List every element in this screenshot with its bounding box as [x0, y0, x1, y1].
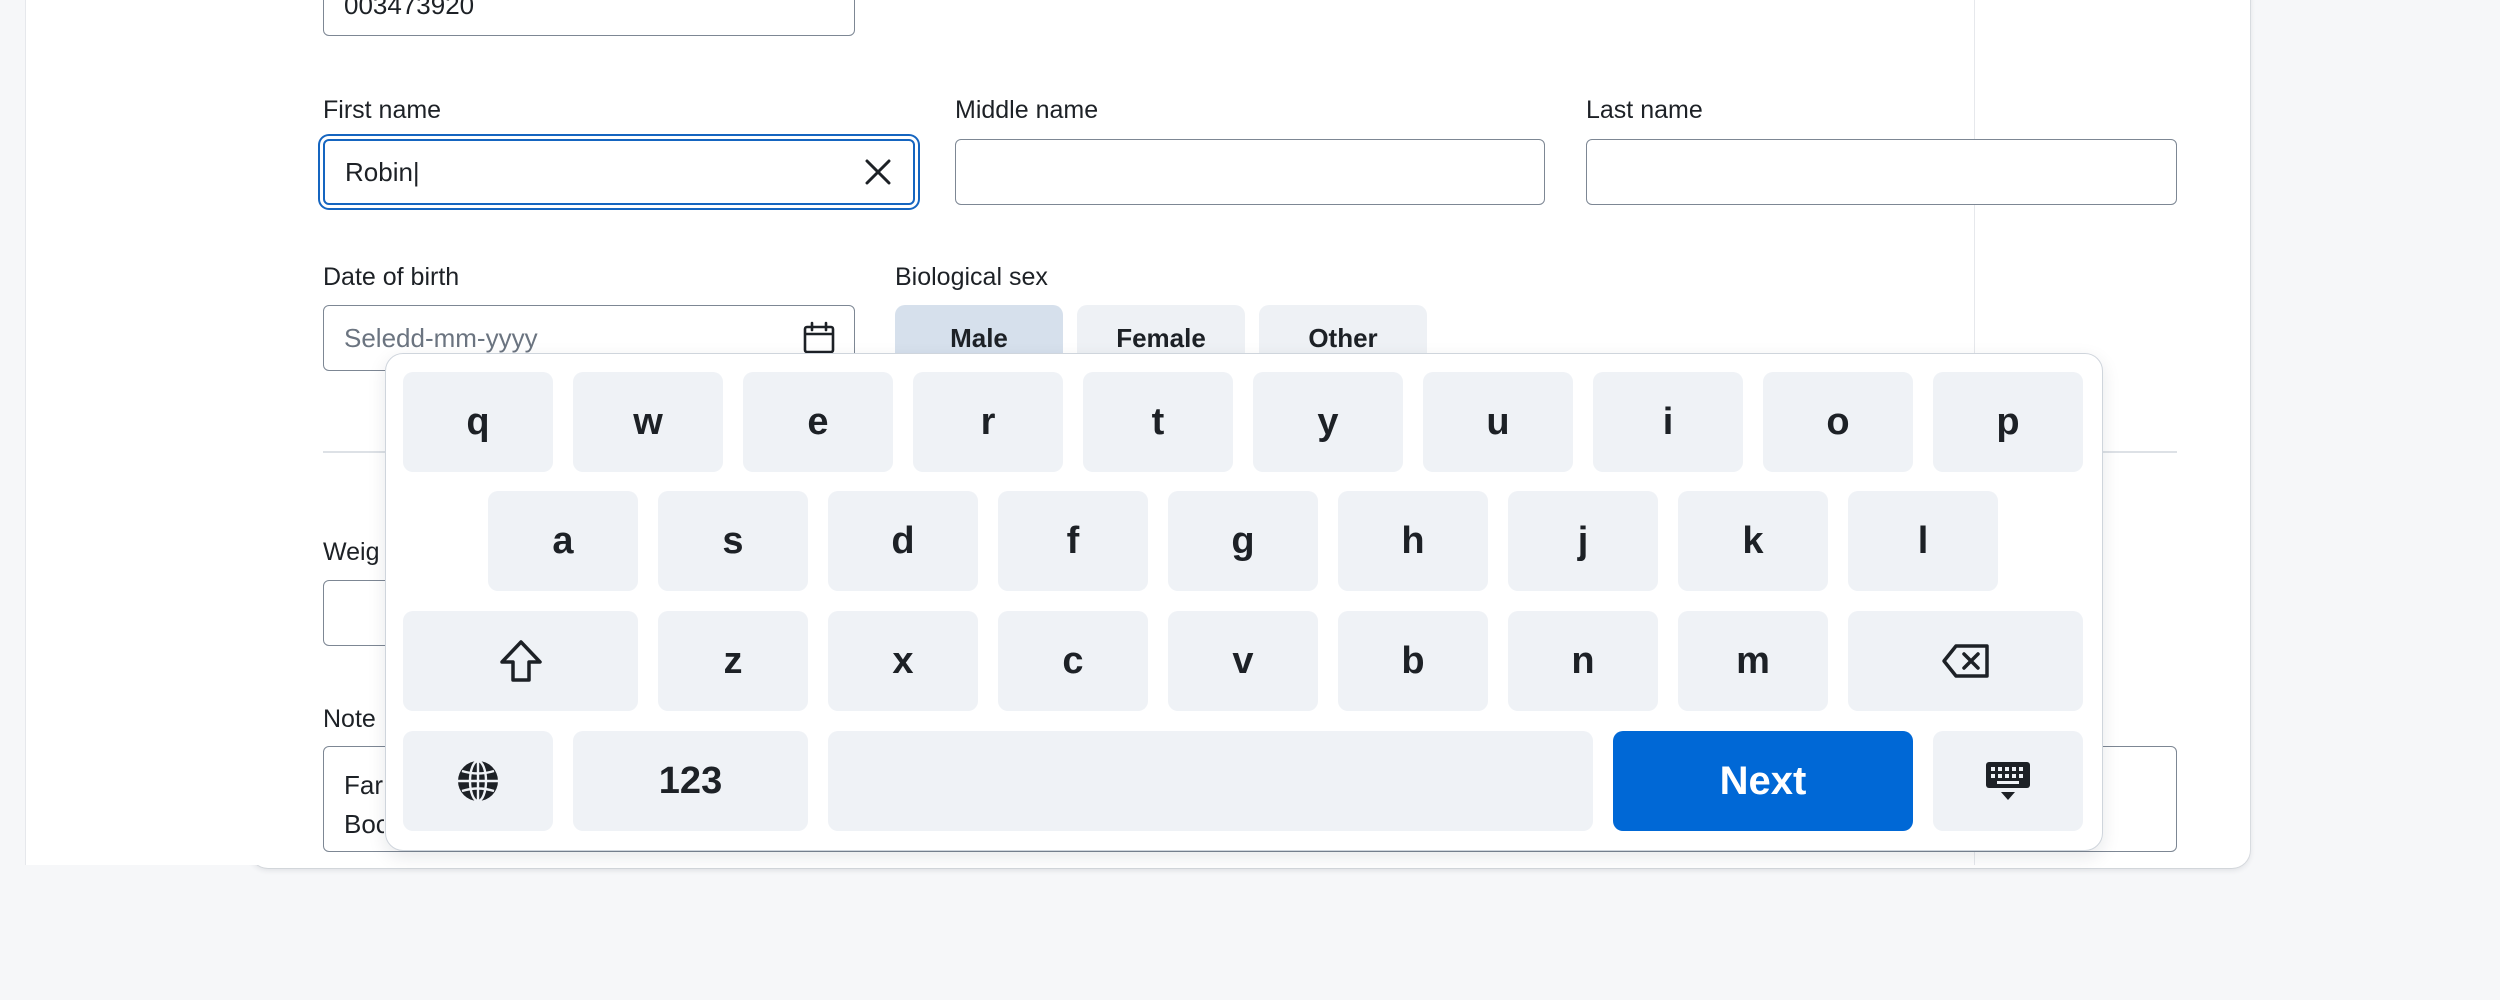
key-l[interactable]: l	[1848, 491, 1998, 591]
notes-text: Far Boc	[344, 766, 384, 844]
middle-name-input[interactable]	[955, 139, 1545, 205]
backspace-key[interactable]	[1848, 611, 2083, 711]
biological-sex-label: Biological sex	[895, 263, 1048, 291]
screen-background: 003473920 First name Middle name Last na…	[0, 0, 2500, 1000]
key-z[interactable]: z	[658, 611, 808, 711]
key-m[interactable]: m	[1678, 611, 1828, 711]
key-t[interactable]: t	[1083, 372, 1233, 472]
space-key[interactable]	[828, 731, 1593, 831]
language-key[interactable]	[403, 731, 553, 831]
keyboard-hide-icon	[1986, 762, 2030, 800]
key-r[interactable]: r	[913, 372, 1063, 472]
first-name-input[interactable]: Robin|	[323, 139, 915, 205]
key-d[interactable]: d	[828, 491, 978, 591]
key-u[interactable]: u	[1423, 372, 1573, 472]
numbers-key[interactable]: 123	[573, 731, 808, 831]
notes-line-1: Far	[344, 770, 383, 800]
patient-id-field[interactable]: 003473920	[323, 0, 855, 36]
date-of-birth-placeholder: Seledd-mm-yyyy	[344, 322, 538, 353]
key-a[interactable]: a	[488, 491, 638, 591]
key-s[interactable]: s	[658, 491, 808, 591]
backspace-icon	[1941, 644, 1989, 678]
key-h[interactable]: h	[1338, 491, 1488, 591]
key-w[interactable]: w	[573, 372, 723, 472]
key-i[interactable]: i	[1593, 372, 1743, 472]
key-e[interactable]: e	[743, 372, 893, 472]
notes-label: Note	[323, 705, 376, 733]
key-b[interactable]: b	[1338, 611, 1488, 711]
key-f[interactable]: f	[998, 491, 1148, 591]
key-j[interactable]: j	[1508, 491, 1658, 591]
key-k[interactable]: k	[1678, 491, 1828, 591]
weight-label: Weig	[323, 538, 380, 566]
key-n[interactable]: n	[1508, 611, 1658, 711]
shift-key[interactable]	[403, 611, 638, 711]
calendar-icon[interactable]	[802, 321, 836, 355]
patient-id-value: 003473920	[344, 0, 475, 20]
first-name-label: First name	[323, 96, 442, 124]
notes-line-2: Boc	[344, 809, 384, 839]
key-q[interactable]: q	[403, 372, 553, 472]
last-name-input[interactable]	[1586, 139, 2177, 205]
key-x[interactable]: x	[828, 611, 978, 711]
clear-icon[interactable]	[861, 155, 895, 189]
first-name-value: Robin|	[345, 156, 420, 187]
globe-icon	[458, 759, 498, 803]
key-v[interactable]: v	[1168, 611, 1318, 711]
key-o[interactable]: o	[1763, 372, 1913, 472]
key-g[interactable]: g	[1168, 491, 1318, 591]
middle-name-label: Middle name	[955, 96, 1099, 124]
date-of-birth-label: Date of birth	[323, 263, 460, 291]
last-name-label: Last name	[1586, 96, 1703, 124]
hide-keyboard-key[interactable]	[1933, 731, 2083, 831]
key-c[interactable]: c	[998, 611, 1148, 711]
key-y[interactable]: y	[1253, 372, 1403, 472]
key-p[interactable]: p	[1933, 372, 2083, 472]
shift-icon	[499, 640, 542, 682]
next-key[interactable]: Next	[1613, 731, 1913, 831]
